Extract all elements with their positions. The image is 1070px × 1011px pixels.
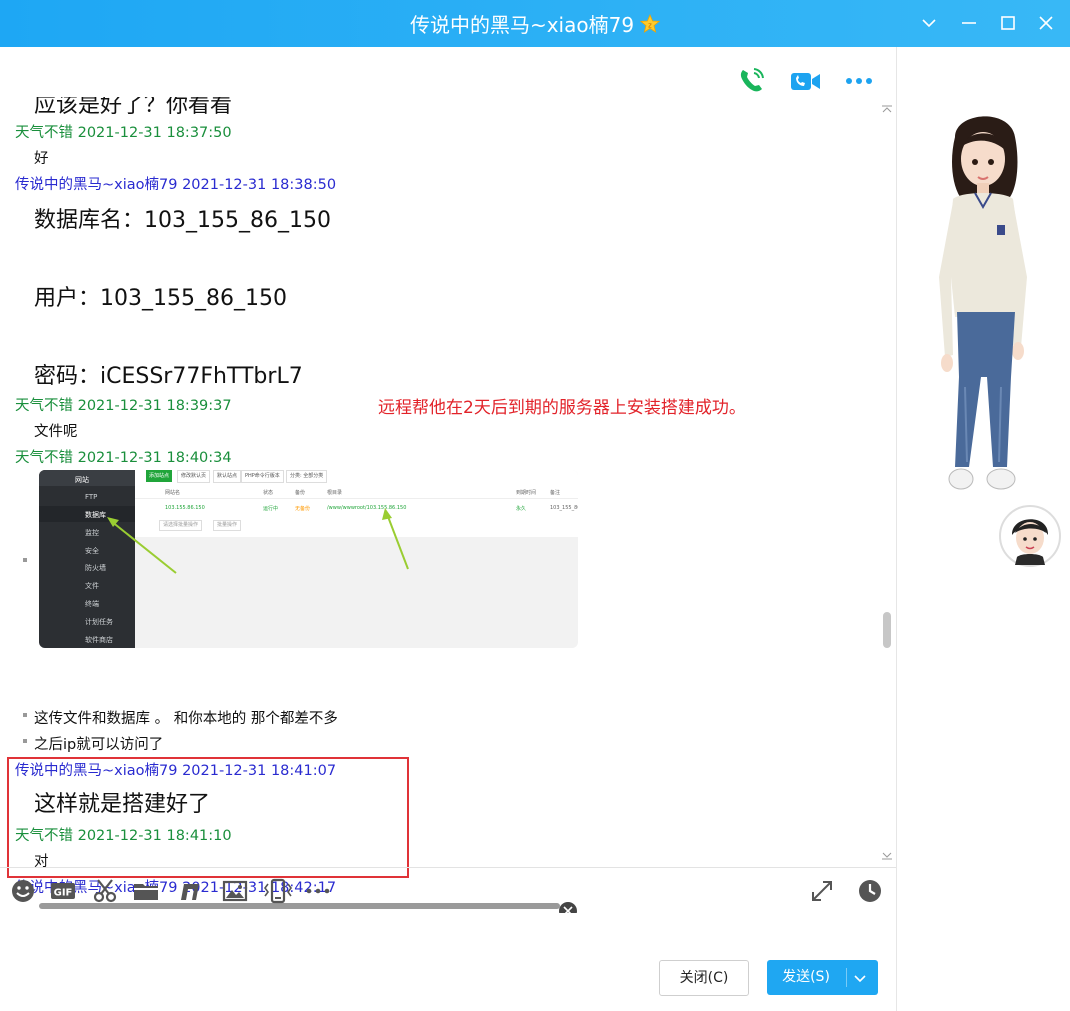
message-header: 传说中的黑马~xiao楠79 2021-12-31 18:38:50 (15, 177, 337, 193)
bullet (23, 713, 27, 717)
shake-icon[interactable] (263, 878, 293, 904)
message-text: 文件呢 (34, 424, 78, 440)
video-call-icon[interactable] (789, 65, 823, 97)
scissors-icon[interactable] (92, 878, 118, 904)
bullet (23, 558, 27, 562)
message-text: 之后ip就可以访问了 (34, 737, 164, 753)
image-attachment[interactable]: 网站 FTP 数据库 监控 安全 防火墙 文件 终端 计划任务 软件商店 添加站… (39, 470, 578, 648)
more-icon[interactable] (305, 878, 331, 904)
input-toolbar: GIF (0, 867, 896, 918)
gif-icon[interactable]: GIF (50, 878, 76, 904)
maximize-icon[interactable] (995, 10, 1021, 36)
bullet (23, 739, 27, 743)
arrow-annotations (107, 508, 409, 574)
expand-icon[interactable] (809, 878, 835, 904)
message-list: 应该是好了？你看看 天气不错 2021-12-31 18:37:50 好 传说中… (0, 97, 880, 913)
minimize-icon[interactable] (956, 10, 982, 36)
window-title-text: 传说中的黑马~xiao楠79 (409, 13, 635, 37)
folder-icon[interactable] (133, 878, 159, 904)
send-button-label: 发送(S) (782, 969, 830, 985)
scroll-up-icon[interactable] (882, 105, 892, 113)
message-text: 数据库名：103_155_86_150 (34, 208, 331, 233)
svg-text:z: z (648, 22, 652, 30)
avatar-boy-icon[interactable] (999, 505, 1061, 567)
image-icon[interactable] (222, 878, 248, 904)
more-options-icon[interactable] (844, 65, 874, 97)
message-text: 好 (34, 151, 49, 167)
close-button[interactable]: 关闭(C) (659, 960, 749, 996)
message-header: 天气不错 2021-12-31 18:39:37 (15, 398, 232, 414)
chat-panel: 应该是好了？你看看 天气不错 2021-12-31 18:37:50 好 传说中… (0, 47, 897, 1011)
chevron-down-icon[interactable] (916, 10, 942, 36)
music-icon[interactable] (177, 878, 203, 904)
send-options-chevron-icon[interactable] (852, 970, 868, 986)
window-title: 传说中的黑马~xiao楠79 z (0, 9, 1070, 38)
chat-scrollbar[interactable] (882, 105, 892, 862)
send-button-divider (846, 968, 847, 987)
partial-message: 应该是好了？你看看 (34, 97, 233, 118)
annotation-note: 远程帮他在2天后到期的服务器上安装搭建成功。 (378, 398, 746, 418)
voice-call-icon[interactable] (735, 65, 767, 97)
message-text: 密码：iCESSr77FhTTbrL7 (34, 364, 303, 389)
highlight-box (7, 757, 409, 878)
avatar-girl-illustration (939, 116, 1027, 490)
vip-star-icon: z (640, 14, 661, 33)
emoji-icon[interactable] (10, 878, 36, 904)
message-header: 天气不错 2021-12-31 18:37:50 (15, 125, 232, 141)
side-panel (897, 47, 1070, 1011)
scroll-down-icon[interactable] (882, 852, 892, 860)
svg-text:GIF: GIF (54, 888, 73, 899)
message-text: 用户：103_155_86_150 (34, 286, 287, 311)
send-button[interactable]: 发送(S) (767, 960, 878, 995)
close-icon[interactable] (1033, 10, 1059, 36)
message-text: 这传文件和数据库 。 和你本地的 那个都差不多 (34, 711, 338, 727)
message-header: 天气不错 2021-12-31 18:40:34 (15, 450, 232, 466)
scrollbar-thumb[interactable] (883, 612, 891, 648)
title-bar: 传说中的黑马~xiao楠79 z (0, 0, 1070, 47)
history-icon[interactable] (857, 878, 883, 904)
